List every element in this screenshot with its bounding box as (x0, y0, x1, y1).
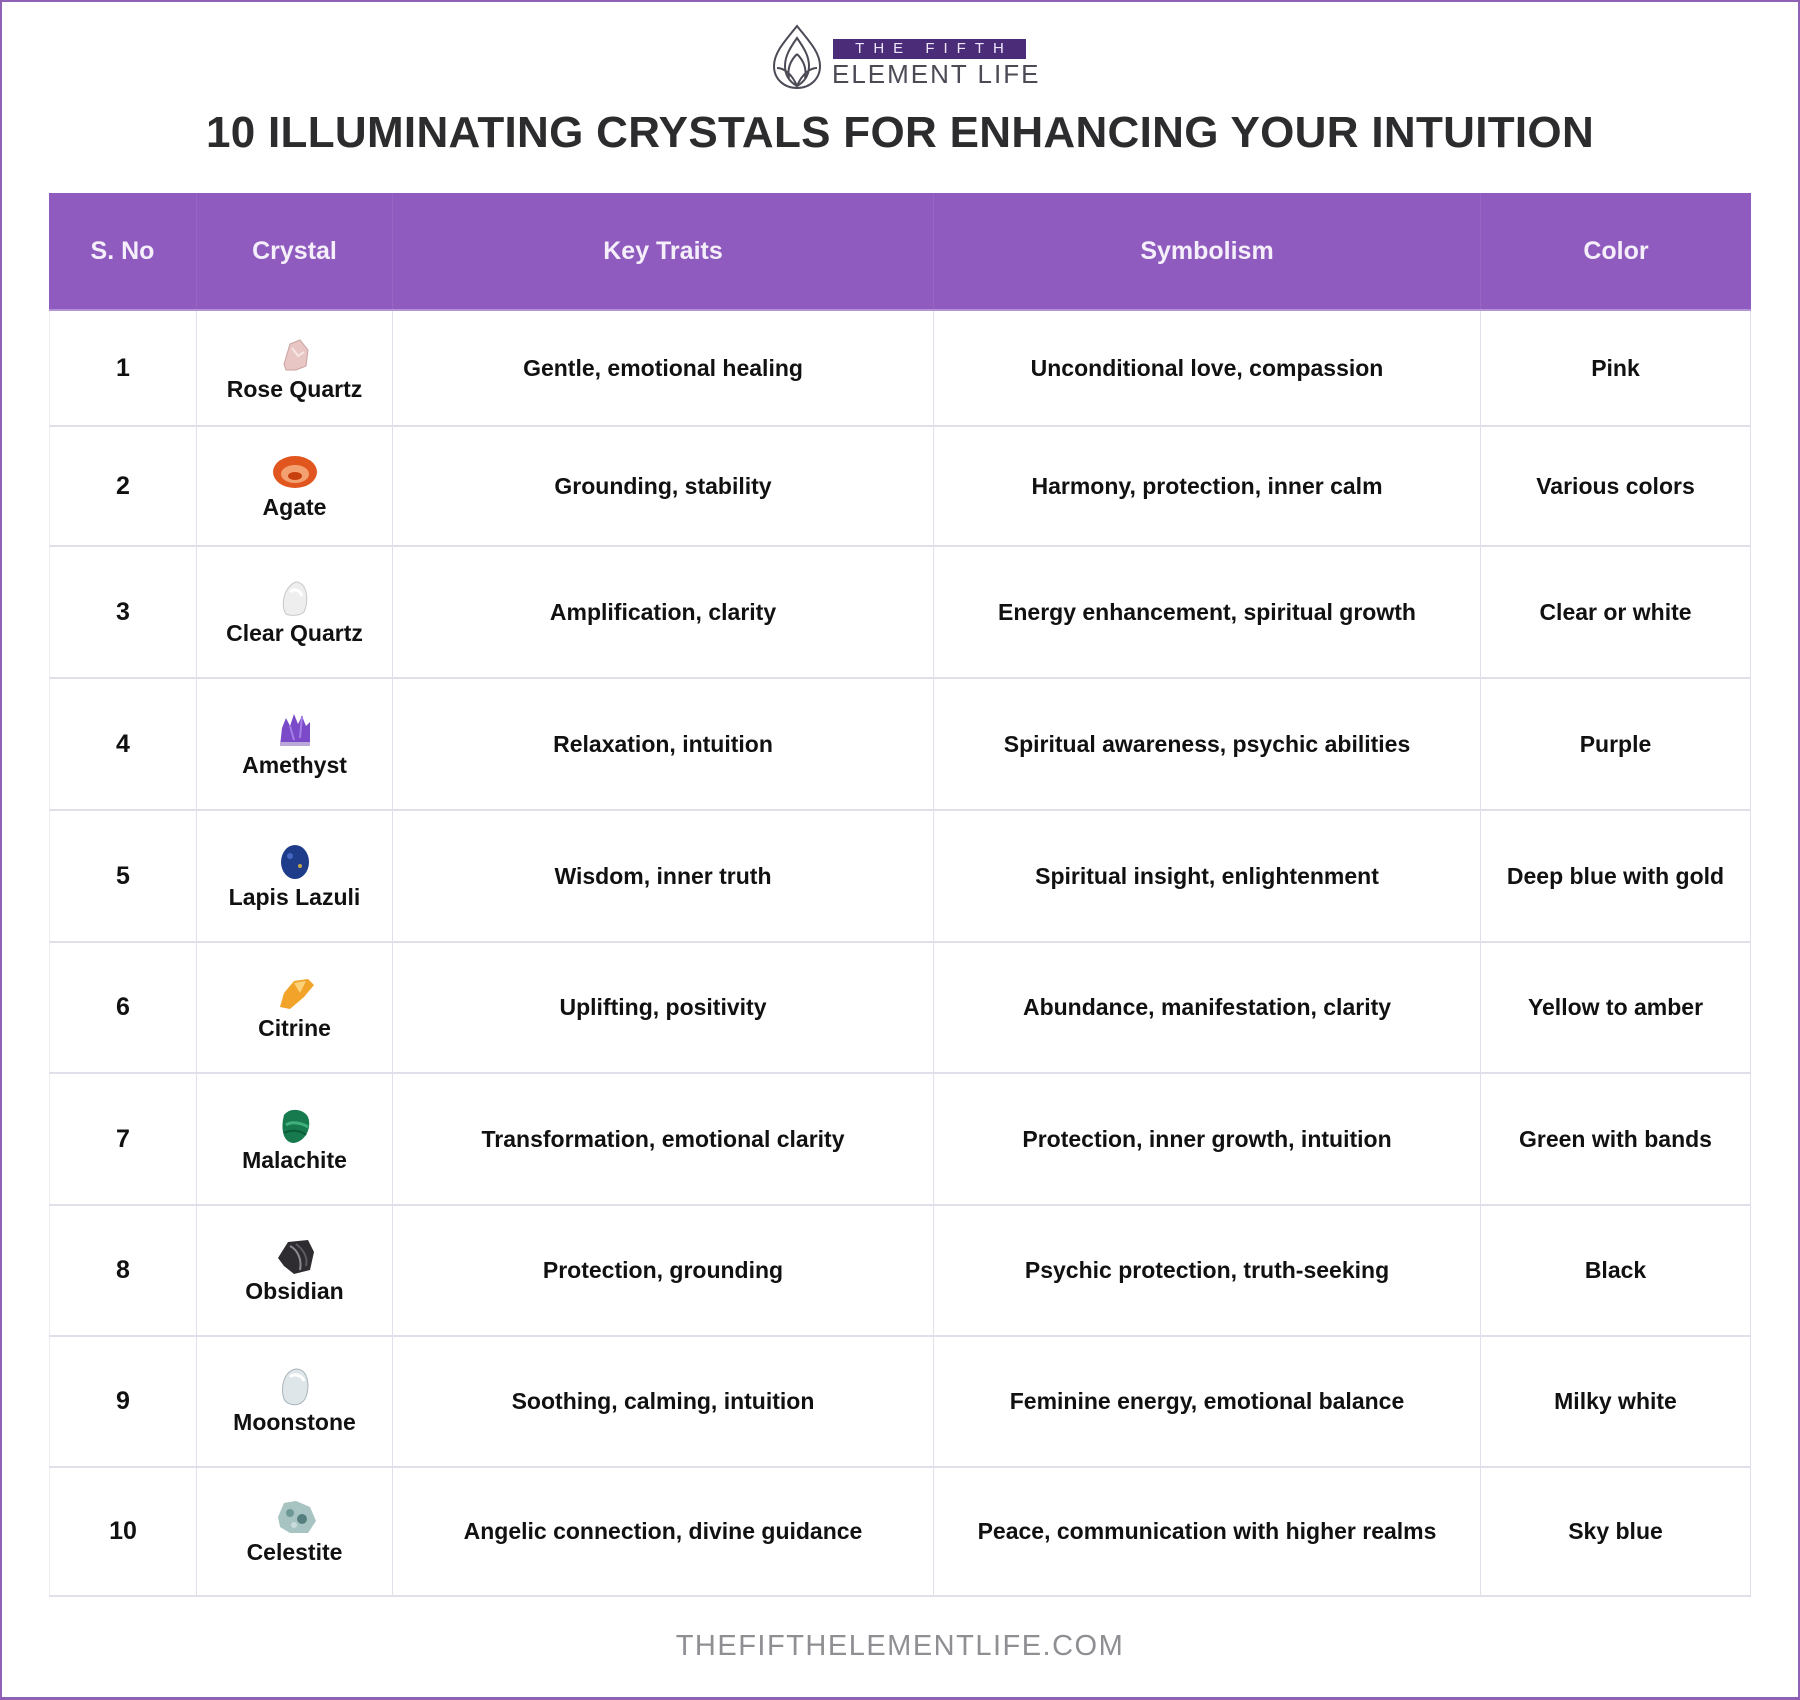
table-row: 1 Rose Quartz Gentle, emotional healing Unc… (49, 311, 1751, 427)
table-row: 2 Agate Grounding, stability Harmony, prote… (49, 427, 1751, 547)
symbolism: Harmony, protection, inner calm (934, 427, 1481, 545)
logo-sub-text: ELEMENT LIFE (832, 59, 1041, 89)
key-traits: Amplification, clarity (393, 547, 934, 677)
crystal-name: Lapis Lazuli (228, 883, 361, 910)
crystal-cell: Citrine (197, 943, 393, 1072)
symbolism: Unconditional love, compassion (934, 311, 1481, 425)
crystal-cell: Clear Quartz (197, 547, 393, 677)
lapis-lazuli-image (280, 844, 309, 879)
table-header-row: S. No Crystal Key Traits Symbolism Color (49, 193, 1751, 311)
footer-website: THEFIFTHELEMENTLIFE.COM (675, 1630, 1125, 1662)
color: Milky white (1481, 1337, 1751, 1466)
moonstone-image (281, 1368, 308, 1406)
key-traits: Relaxation, intuition (393, 679, 934, 809)
citrine-image (279, 979, 314, 1009)
lotus-drop-icon (772, 24, 822, 90)
key-traits: Grounding, stability (393, 427, 934, 545)
header-symbolism: Symbolism (934, 193, 1481, 309)
crystal-name: Clear Quartz (226, 619, 363, 646)
color: Purple (1481, 679, 1751, 809)
table-row: 5 Lapis Lazuli Wisdom, inner truth Spiritua… (49, 811, 1751, 943)
crystal-name: Rose Quartz (226, 375, 363, 402)
row-number: 1 (49, 311, 197, 425)
crystal-cell: Malachite (197, 1074, 393, 1204)
row-number: 8 (49, 1206, 197, 1335)
row-number: 9 (49, 1337, 197, 1466)
celestite-image (277, 1501, 316, 1533)
table-row: 9 Moonstone Soothing, calming, intuition Fe… (49, 1337, 1751, 1468)
symbolism: Protection, inner growth, intuition (934, 1074, 1481, 1204)
color: Black (1481, 1206, 1751, 1335)
header-color: Color (1583, 236, 1649, 265)
crystal-name: Malachite (242, 1146, 347, 1173)
table-body: 1 Rose Quartz Gentle, emotional healing Unc… (49, 311, 1751, 1597)
row-number: 2 (49, 427, 197, 545)
table-row: 6 Citrine Uplifting, positivity Abundance, … (49, 943, 1751, 1074)
crystal-cell: Lapis Lazuli (197, 811, 393, 941)
crystal-name: Moonstone (233, 1409, 356, 1435)
crystal-name: Citrine (258, 1015, 331, 1041)
header-crystal: Crystal (197, 193, 393, 309)
row-number: 5 (49, 811, 197, 941)
color: Sky blue (1481, 1468, 1751, 1595)
obsidian-image (277, 1240, 314, 1274)
table-row: 3 Clear Quartz Amplification, clarity Energ… (49, 547, 1751, 679)
row-number: 3 (49, 547, 197, 677)
brand-logo: THE FIFTH ELEMENT LIFE (770, 24, 1041, 90)
crystals-table: S. No Crystal Key Traits Symbolism Color… (49, 193, 1751, 1597)
symbolism: Abundance, manifestation, clarity (934, 943, 1481, 1072)
header-sno: S. No (49, 193, 197, 309)
color: Deep blue with gold (1481, 811, 1751, 941)
table-row: 7 Malachite Transformation, emotional clar… (49, 1074, 1751, 1206)
table-row: 8 Obsidian Protection, grounding Psychic pr… (49, 1206, 1751, 1337)
key-traits: Transformation, emotional clarity (393, 1074, 934, 1204)
symbolism: Feminine energy, emotional balance (934, 1337, 1481, 1466)
logo-band-text: THE FIFTH (833, 39, 1026, 59)
color: Pink (1481, 311, 1751, 425)
key-traits: Protection, grounding (393, 1206, 934, 1335)
crystal-cell: Moonstone (197, 1337, 393, 1466)
key-traits: Uplifting, positivity (393, 943, 934, 1072)
row-number: 10 (49, 1468, 197, 1595)
key-traits: Gentle, emotional healing (393, 311, 934, 425)
crystal-cell: Obsidian (197, 1206, 393, 1335)
crystal-name: Obsidian (245, 1278, 344, 1304)
symbolism: Peace, communication with higher realms (934, 1468, 1481, 1595)
row-number: 4 (49, 679, 197, 809)
symbolism: Spiritual awareness, psychic abilities (934, 679, 1481, 809)
header-key-traits: Key Traits (393, 193, 934, 309)
agate-image (272, 455, 317, 488)
key-traits: Angelic connection, divine guidance (393, 1468, 934, 1595)
crystal-cell: Amethyst (197, 679, 393, 809)
key-traits: Wisdom, inner truth (393, 811, 934, 941)
color: Green with bands (1481, 1074, 1751, 1204)
symbolism: Psychic protection, truth-seeking (934, 1206, 1481, 1335)
color: Various colors (1481, 427, 1751, 545)
amethyst-image (279, 713, 310, 746)
page-title: 10 ILLUMINATING CRYSTALS FOR ENHANCING Y… (205, 108, 1595, 157)
rose-quartz-image (282, 338, 309, 370)
crystal-name: Amethyst (242, 751, 347, 778)
crystal-name: Agate (262, 493, 327, 520)
crystal-cell: Rose Quartz (197, 311, 393, 425)
table-row: 4 Amethyst Relaxation, intuition Spiritual … (49, 679, 1751, 811)
table-row: 10 Celestite Angelic connection, divine gu… (49, 1468, 1751, 1597)
clear-quartz-image (282, 580, 307, 616)
row-number: 7 (49, 1074, 197, 1204)
row-number: 6 (49, 943, 197, 1072)
crystal-cell: Agate (197, 427, 393, 545)
crystal-cell: Celestite (197, 1468, 393, 1595)
key-traits: Soothing, calming, intuition (393, 1337, 934, 1466)
symbolism: Spiritual insight, enlightenment (934, 811, 1481, 941)
symbolism: Energy enhancement, spiritual growth (934, 547, 1481, 677)
color: Clear or white (1481, 547, 1751, 677)
malachite-image (281, 1109, 309, 1143)
crystal-name: Celestite (246, 1539, 343, 1565)
color: Yellow to amber (1481, 943, 1751, 1072)
